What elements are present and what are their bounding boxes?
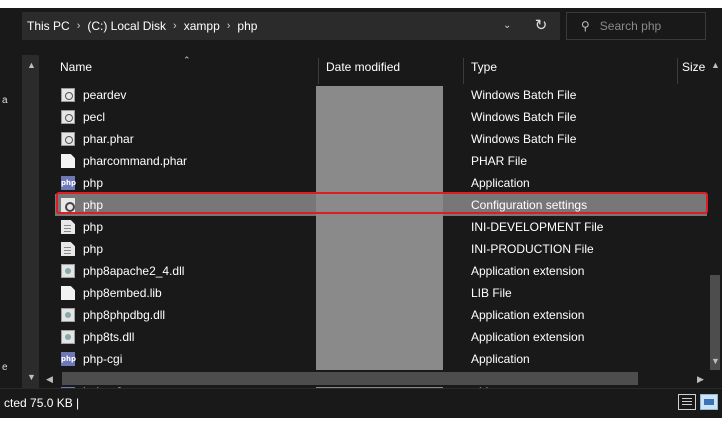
dll-file-icon xyxy=(61,264,75,278)
file-name: php xyxy=(83,176,104,190)
column-header-date-modified[interactable]: Date modified xyxy=(326,60,400,82)
scroll-right-arrow-icon[interactable]: ▶ xyxy=(697,374,704,385)
column-divider[interactable] xyxy=(677,58,678,84)
breadcrumb-separator-icon: › xyxy=(173,20,177,32)
breadcrumb-separator-icon: › xyxy=(226,20,231,32)
batch-file-icon xyxy=(61,132,75,146)
file-name: pharcommand.phar xyxy=(83,154,188,168)
breadcrumb-separator-icon: › xyxy=(76,20,81,32)
file-type: Application extension xyxy=(471,330,585,344)
file-name: phar.phar xyxy=(83,132,134,146)
page-background xyxy=(0,418,722,441)
status-bar: cted 75.0 KB | xyxy=(0,388,722,418)
ini-file-icon xyxy=(61,242,75,256)
large-icons-view-icon[interactable] xyxy=(700,394,718,410)
redacted-date-column xyxy=(316,86,443,389)
file-type: Application extension xyxy=(471,308,585,322)
scroll-up-arrow-icon[interactable]: ▲ xyxy=(711,60,720,70)
php-app-icon: php xyxy=(61,352,76,366)
file-name: php xyxy=(83,198,104,212)
file-type: PHAR File xyxy=(471,154,528,168)
file-type: INI-DEVELOPMENT File xyxy=(471,220,604,234)
php-app-icon: php xyxy=(61,176,76,190)
file-type: Application xyxy=(471,176,530,190)
column-divider[interactable] xyxy=(463,58,464,84)
column-header-name[interactable]: Name xyxy=(60,60,92,82)
file-type: Application extension xyxy=(471,264,585,278)
file-name: pecl xyxy=(83,110,106,124)
search-placeholder[interactable]: Search php xyxy=(600,19,661,33)
breadcrumb-php[interactable]: php xyxy=(237,19,257,33)
address-bar[interactable]: This PC › (C:) Local Disk › xampp › php xyxy=(22,12,560,40)
file-type: LIB File xyxy=(471,286,512,300)
breadcrumb-local-disk[interactable]: (C:) Local Disk xyxy=(87,19,166,33)
file-type: Configuration settings xyxy=(471,198,588,212)
ini-file-icon xyxy=(61,220,75,234)
file-type: Windows Batch File xyxy=(471,132,577,146)
scroll-left-arrow-icon[interactable]: ◀ xyxy=(46,374,53,385)
scroll-down-arrow-icon[interactable]: ▼ xyxy=(711,356,720,366)
refresh-icon[interactable]: ↻ xyxy=(530,14,552,36)
file-type: INI-PRODUCTION File xyxy=(471,242,594,256)
details-view-icon[interactable] xyxy=(678,394,696,410)
file-name: php8phpdbg.dll xyxy=(83,308,166,322)
config-file-icon xyxy=(61,198,75,212)
dll-file-icon xyxy=(61,330,75,344)
file-name: php xyxy=(83,220,104,234)
search-box[interactable]: ⚲ Search php xyxy=(566,12,706,40)
file-type: Windows Batch File xyxy=(471,88,577,102)
batch-file-icon xyxy=(61,88,75,102)
horizontal-scrollbar-thumb[interactable] xyxy=(62,372,638,385)
scroll-down-arrow-icon[interactable]: ▼ xyxy=(27,372,36,382)
chevron-down-icon[interactable]: ⌄ xyxy=(503,20,511,31)
file-type: Application xyxy=(471,352,530,366)
file-name: php8apache2_4.dll xyxy=(83,264,185,278)
file-type: Windows Batch File xyxy=(471,110,577,124)
breadcrumb-xampp[interactable]: xampp xyxy=(184,19,220,33)
column-divider[interactable] xyxy=(318,58,319,84)
file-name: php8ts.dll xyxy=(83,330,135,344)
search-icon: ⚲ xyxy=(581,19,590,33)
dll-file-icon xyxy=(61,308,75,322)
column-header-type[interactable]: Type xyxy=(471,60,497,82)
column-header-size[interactable]: Size xyxy=(682,60,705,82)
status-text: cted 75.0 KB | xyxy=(4,396,80,410)
nav-pane-clipped-text: a xyxy=(2,95,8,106)
file-name: peardev xyxy=(83,88,127,102)
file-name: php-cgi xyxy=(83,352,123,366)
breadcrumb-this-pc[interactable]: This PC xyxy=(27,19,70,33)
file-name: php xyxy=(83,242,104,256)
file-icon xyxy=(61,286,75,300)
scroll-up-arrow-icon[interactable]: ▲ xyxy=(27,60,36,70)
navigation-scrollbar[interactable] xyxy=(22,55,39,395)
nav-pane-clipped-text: e xyxy=(2,362,8,373)
sort-ascending-icon: ⌃ xyxy=(183,55,191,65)
file-name: php8embed.lib xyxy=(83,286,162,300)
batch-file-icon xyxy=(61,110,75,124)
file-icon xyxy=(61,154,75,168)
